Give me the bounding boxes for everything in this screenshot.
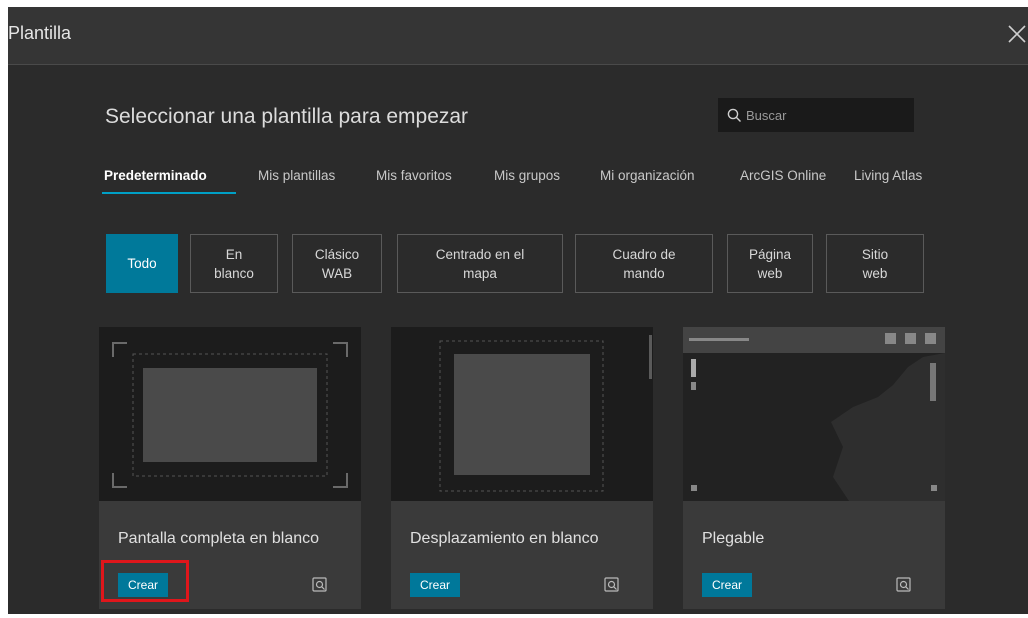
fullscreen-blank-thumbnail — [99, 327, 361, 501]
create-button[interactable]: Crear — [118, 573, 168, 597]
search-input[interactable]: Buscar — [718, 98, 914, 132]
filter-label: Todo — [127, 256, 157, 271]
dialog-title: Plantilla — [8, 23, 72, 43]
tab-predeterminado[interactable]: Predeterminado — [104, 168, 207, 183]
tab-mis-favoritos[interactable]: Mis favoritos — [376, 168, 452, 183]
create-button[interactable]: Crear — [410, 573, 460, 597]
filter-label: web — [757, 265, 783, 281]
filter-en-blanco[interactable]: En blanco — [190, 234, 278, 293]
template-title: Plegable — [702, 530, 765, 547]
filter-label: Clásico — [314, 246, 360, 262]
filter-pagina-web[interactable]: Página web — [727, 234, 813, 293]
tab-arcgis-online[interactable]: ArcGIS Online — [740, 168, 826, 183]
filter-todo[interactable]: Todo — [106, 234, 178, 293]
template-card-foldable[interactable]: Plegable Crear — [683, 327, 945, 609]
page-heading: Seleccionar una plantilla para empezar — [105, 105, 469, 128]
search-icon — [727, 108, 741, 122]
tab-mi-organizacion[interactable]: Mi organización — [600, 168, 695, 183]
tab-mis-grupos[interactable]: Mis grupos — [494, 168, 560, 183]
filter-label: Página — [748, 246, 792, 262]
preview-icon[interactable] — [311, 576, 329, 594]
preview-icon[interactable] — [603, 576, 621, 594]
filter-label: blanco — [214, 265, 254, 281]
filter-centrado-en-el-mapa[interactable]: Centrado en el mapa — [397, 234, 563, 293]
scrolling-blank-thumbnail — [391, 327, 653, 501]
template-card-scrolling-blank[interactable]: Desplazamiento en blanco Crear — [391, 327, 653, 609]
preview-icon[interactable] — [895, 576, 913, 594]
active-tab-indicator — [102, 192, 236, 194]
template-card-fullscreen-blank[interactable]: Pantalla completa en blanco Crear — [99, 327, 361, 609]
create-button[interactable]: Crear — [702, 573, 752, 597]
template-dialog: Plantilla Seleccionar una plantilla para… — [8, 7, 1028, 614]
filter-label: mando — [623, 265, 665, 281]
tab-living-atlas[interactable]: Living Atlas — [854, 168, 922, 183]
search-placeholder: Buscar — [746, 107, 787, 123]
filter-cuadro-de-mando[interactable]: Cuadro de mando — [575, 234, 713, 293]
filter-label: WAB — [321, 265, 353, 281]
tab-mis-plantillas[interactable]: Mis plantillas — [258, 168, 335, 183]
filter-sitio-web[interactable]: Sitio web — [826, 234, 924, 293]
close-icon[interactable] — [1006, 23, 1028, 45]
filter-clasico-wab[interactable]: Clásico WAB — [292, 234, 382, 293]
filter-label: mapa — [463, 265, 497, 281]
template-title: Desplazamiento en blanco — [410, 530, 599, 547]
template-title: Pantalla completa en blanco — [118, 530, 320, 547]
foldable-map-thumbnail — [683, 327, 945, 501]
filter-label: Sitio — [861, 246, 889, 262]
filter-label: En — [225, 246, 243, 262]
filter-label: Cuadro de — [612, 246, 676, 262]
filter-label: Centrado en el — [435, 246, 525, 262]
filter-label: web — [862, 265, 888, 281]
dialog-titlebar: Plantilla — [8, 7, 1028, 65]
